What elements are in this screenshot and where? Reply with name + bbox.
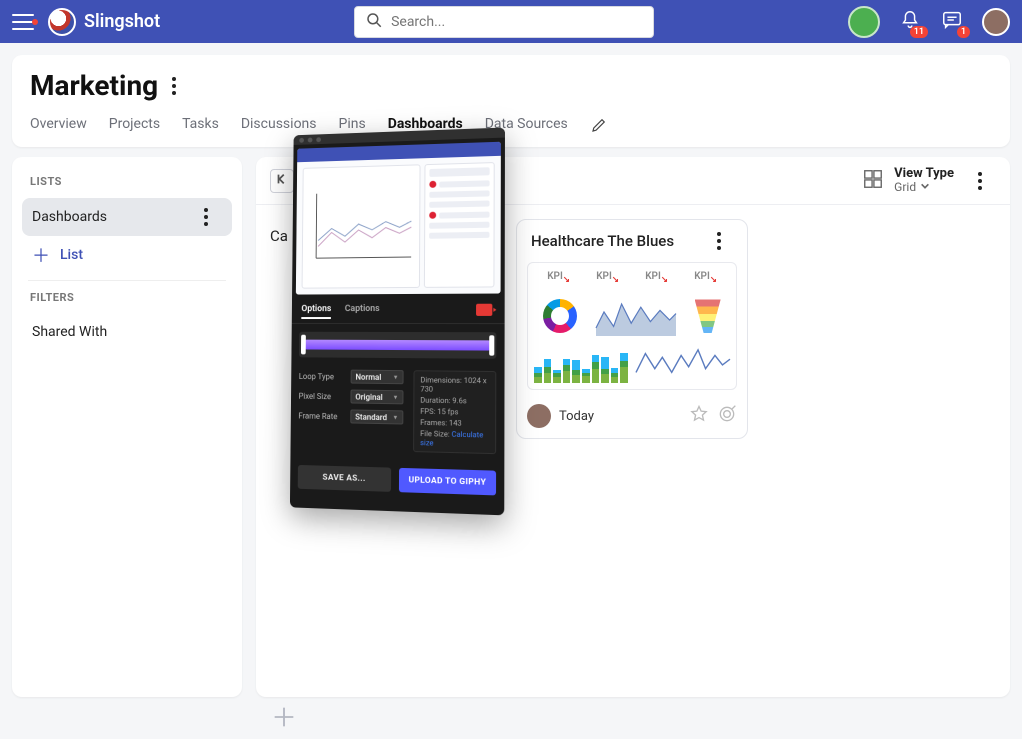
frame-rate-select[interactable]: Standard▼ [350,409,403,424]
notifications-button[interactable]: 11 [898,10,922,34]
brand-logo-icon [48,8,76,36]
record-indicator-icon[interactable] [476,304,492,316]
capture-tab-captions[interactable]: Captions [345,304,380,319]
stacked-bars-icon [534,349,628,383]
kpi-label: KPI↘ [547,271,570,285]
meta-duration: Duration: 9.6s [420,396,489,406]
content-row: LISTS Dashboards ＋ List FILTERS Shared W… [12,157,1010,697]
brand-name: Slingshot [84,11,160,32]
tabs: Overview Projects Tasks Discussions Pins… [30,116,992,147]
messages-button[interactable]: 1 [940,10,964,34]
gif-capture-panel[interactable]: Options Captions Loop Type Normal▼ Pixel… [290,128,505,516]
tab-tasks[interactable]: Tasks [182,116,219,147]
capture-buttons: SAVE AS... UPLOAD TO GIPHY [290,453,504,506]
capture-form: Loop Type Normal▼ Pixel Size Original▼ F… [290,365,504,458]
sidebar-lists-label: LISTS [22,171,232,198]
sidebar-filter-label: Shared With [32,324,107,340]
preview-chart-area [302,164,421,288]
target-icon[interactable] [717,404,737,428]
menu-alert-dot [32,19,38,25]
capture-tab-options[interactable]: Options [301,304,331,319]
upload-to-giphy-button[interactable]: UPLOAD TO GIPHY [399,468,496,496]
search-input[interactable] [391,14,643,30]
user-avatar[interactable] [982,8,1010,36]
nav-actions: 11 1 [848,6,1010,38]
add-dashboard-button[interactable] [264,699,304,739]
page-title-row: Marketing [30,69,992,102]
presence-avatar[interactable] [848,6,880,38]
capture-timeline-slider[interactable] [299,332,496,359]
sidebar-item-label: Dashboards [32,209,107,225]
view-type-select[interactable]: View Type Grid [894,167,954,194]
global-search[interactable] [354,6,654,38]
sidebar-filter-shared-with[interactable]: Shared With [22,314,232,350]
messages-count: 1 [957,26,970,38]
menu-toggle[interactable] [12,14,34,30]
card-header: Healthcare The Blues [517,220,747,254]
star-icon[interactable] [689,404,709,428]
card-footer: Today [517,398,747,438]
partial-card-title-fragment: Ca [270,227,288,245]
meta-fps: FPS: 15 fps [420,407,489,417]
kpi-label: KPI↘ [645,271,668,285]
loop-type-label: Loop Type [299,372,345,381]
card-more-button[interactable] [717,232,735,250]
donut-chart-icon [543,299,577,333]
card-preview: KPI↘ KPI↘ KPI↘ KPI↘ [527,262,737,390]
chevron-left-icon [275,171,289,190]
sidebar-divider [28,280,226,281]
author-avatar[interactable] [527,404,551,428]
sidebar: LISTS Dashboards ＋ List FILTERS Shared W… [12,157,242,697]
capture-meta: Dimensions: 1024 x 730 Duration: 9.6s FP… [413,370,496,454]
plus-icon [270,703,298,735]
kpi-label: KPI↘ [694,271,717,285]
line-chart-icon [636,343,730,383]
meta-dimensions: Dimensions: 1024 x 730 [420,375,489,394]
pencil-icon [590,122,608,138]
sidebar-add-label: List [60,247,83,263]
view-type-controls: View Type Grid [862,167,996,194]
tab-overview[interactable]: Overview [30,116,87,147]
charts-row-2 [534,347,730,383]
collapse-sidebar-button[interactable] [270,169,294,193]
capture-tabs: Options Captions [292,298,505,325]
sidebar-add-list[interactable]: ＋ List [22,236,232,274]
brand[interactable]: Slingshot [48,8,160,36]
save-as-button[interactable]: SAVE AS... [298,465,391,492]
dashboard-card-healthcare[interactable]: Healthcare The Blues KPI↘ KPI↘ KPI↘ KPI↘ [516,219,748,439]
top-nav: Slingshot 11 1 [0,0,1022,43]
funnel-chart-icon [695,299,721,333]
pixel-size-select[interactable]: Original▼ [350,390,403,405]
capture-preview [296,142,501,295]
meta-frames: Frames: 143 [420,418,489,429]
kpi-label: KPI↘ [596,271,619,285]
frame-rate-label: Frame Rate [298,411,344,421]
grid-icon [862,168,884,194]
view-type-value: Grid [894,181,916,194]
pixel-size-label: Pixel Size [299,391,345,401]
main-more-button[interactable] [978,172,996,190]
notifications-count: 11 [910,26,928,38]
area-chart-icon [596,296,676,336]
edit-tabs-button[interactable] [590,116,608,147]
search-icon [365,11,383,33]
view-type-label: View Type [894,167,954,181]
plus-icon: ＋ [32,246,50,264]
loop-type-select[interactable]: Normal▼ [351,370,404,385]
card-timestamp: Today [559,409,594,424]
sidebar-item-more[interactable] [204,208,222,226]
kpi-row: KPI↘ KPI↘ KPI↘ KPI↘ [534,271,730,285]
page-header: Marketing Overview Projects Tasks Discus… [12,55,1010,147]
sidebar-item-dashboards[interactable]: Dashboards [22,198,232,236]
meta-filesize: File Size: Calculate size [420,429,489,449]
page-more-button[interactable] [172,77,190,95]
preview-side-panel [424,162,495,288]
card-title: Healthcare The Blues [531,232,674,250]
tab-projects[interactable]: Projects [109,116,160,147]
chevron-down-icon [920,181,930,194]
charts-row-1 [534,294,730,338]
sidebar-filters-label: FILTERS [22,287,232,314]
page-title: Marketing [30,69,158,102]
